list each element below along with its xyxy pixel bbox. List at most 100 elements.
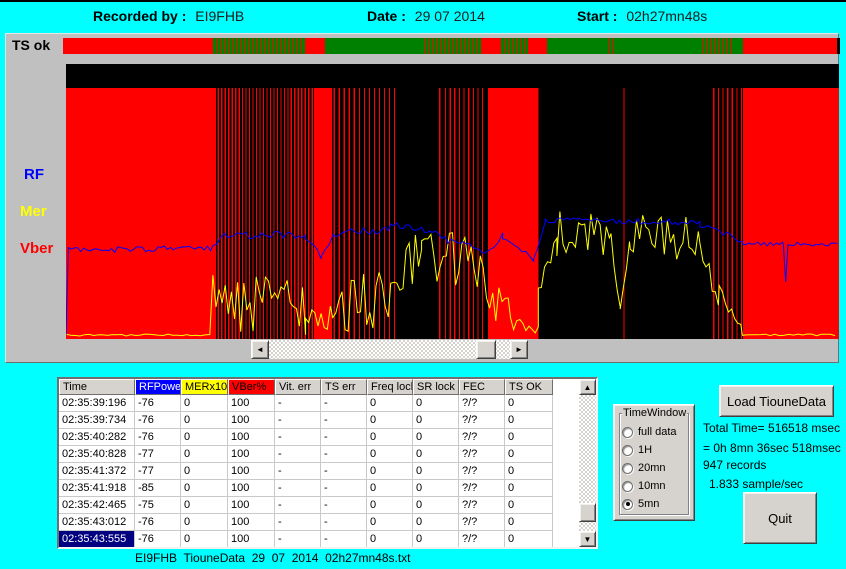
table-cell[interactable]: - [275,429,321,446]
table-cell[interactable]: -76 [135,395,181,412]
chart-scrollbar-thumb[interactable] [476,340,496,359]
table-cell[interactable]: 0 [181,446,228,463]
table-cell[interactable]: 0 [505,429,553,446]
radio-icon[interactable] [622,427,633,438]
table-cell[interactable]: 0 [505,446,553,463]
table-cell[interactable]: -77 [135,463,181,480]
table-row[interactable]: 02:35:43:012-760100--00?/?0 [59,514,579,531]
table-cell[interactable]: 02:35:39:196 [59,395,135,412]
table-cell[interactable]: 100 [228,497,275,514]
table-cell[interactable]: - [275,412,321,429]
table-cell[interactable]: 0 [367,429,413,446]
table-cell[interactable]: 02:35:41:372 [59,463,135,480]
radio-icon[interactable] [622,445,633,456]
scroll-right-button[interactable]: ► [510,340,528,359]
table-cell[interactable]: 0 [413,463,459,480]
radio-icon[interactable] [622,481,633,492]
table-cell[interactable]: 0 [505,497,553,514]
radio-option-10mn[interactable]: 10mn [622,477,692,495]
table-cell[interactable]: -76 [135,531,181,547]
table-cell[interactable]: 0 [367,480,413,497]
table-row[interactable]: 02:35:42:465-750100--00?/?0 [59,497,579,514]
chart-horizontal-scrollbar[interactable]: ◄ ► [251,340,528,359]
table-cell[interactable]: ?/? [459,463,505,480]
radio-option-20mn[interactable]: 20mn [622,459,692,477]
table-cell[interactable]: 0 [181,480,228,497]
table-cell[interactable]: 0 [367,497,413,514]
table-cell[interactable]: ?/? [459,497,505,514]
radio-selected-icon[interactable] [622,499,633,510]
table-cell[interactable]: 0 [367,514,413,531]
table-cell[interactable]: 0 [413,412,459,429]
chart-scrollbar-track[interactable] [269,340,510,359]
table-cell[interactable]: ?/? [459,514,505,531]
table-cell[interactable]: 0 [505,463,553,480]
table-cell[interactable]: ?/? [459,446,505,463]
column-header-fec[interactable]: FEC [459,379,505,395]
table-cell[interactable]: - [321,480,367,497]
table-row[interactable]: 02:35:43:555-760100--00?/?0 [59,531,579,547]
table-cell[interactable]: 0 [181,514,228,531]
table-cell[interactable]: 0 [413,446,459,463]
table-row[interactable]: 02:35:39:196-760100--00?/?0 [59,395,579,412]
table-cell[interactable]: -77 [135,446,181,463]
table-cell[interactable]: ?/? [459,531,505,547]
table-cell[interactable]: 0 [181,429,228,446]
table-cell[interactable]: 0 [367,395,413,412]
table-vertical-scrollbar[interactable]: ▲ ▼ [579,379,596,547]
column-header-time[interactable]: Time [59,379,135,395]
table-cell[interactable]: - [321,463,367,480]
table-cell[interactable]: - [321,412,367,429]
table-row[interactable]: 02:35:39:734-760100--00?/?0 [59,412,579,429]
table-cell[interactable]: - [321,395,367,412]
table-cell[interactable]: 100 [228,463,275,480]
table-cell[interactable]: - [275,480,321,497]
table-cell[interactable]: 0 [413,480,459,497]
column-header-vit-err[interactable]: Vit. err [275,379,321,395]
table-cell[interactable]: - [321,497,367,514]
table-scrollbar-track[interactable] [579,395,596,531]
column-header-vber-[interactable]: VBer% [228,379,275,395]
table-cell[interactable]: 02:35:42:465 [59,497,135,514]
table-cell[interactable]: ?/? [459,429,505,446]
scroll-up-button[interactable]: ▲ [579,379,596,395]
table-cell[interactable]: 0 [367,531,413,547]
table-cell[interactable]: 02:35:43:012 [59,514,135,531]
table-cell[interactable]: 0 [367,446,413,463]
table-cell[interactable]: 02:35:40:828 [59,446,135,463]
table-cell[interactable]: 0 [181,497,228,514]
table-cell[interactable]: 0 [367,412,413,429]
table-cell[interactable]: 0 [413,395,459,412]
table-cell[interactable]: 100 [228,429,275,446]
table-cell[interactable]: 02:35:41:918 [59,480,135,497]
table-cell[interactable]: 0 [505,514,553,531]
table-cell[interactable]: 0 [413,497,459,514]
table-cell[interactable]: ?/? [459,412,505,429]
table-cell[interactable]: - [321,429,367,446]
table-cell[interactable]: -76 [135,429,181,446]
table-cell[interactable]: 0 [505,531,553,547]
column-header-freq-lock[interactable]: Freq lock [367,379,413,395]
table-cell[interactable]: 100 [228,412,275,429]
scroll-left-button[interactable]: ◄ [251,340,269,359]
table-cell[interactable]: - [275,531,321,547]
table-cell[interactable]: 0 [505,412,553,429]
table-cell[interactable]: 100 [228,514,275,531]
radio-icon[interactable] [622,463,633,474]
table-cell[interactable]: 0 [181,395,228,412]
table-cell[interactable]: 0 [413,429,459,446]
column-header-sr-lock[interactable]: SR lock [413,379,459,395]
table-cell[interactable]: 0 [413,514,459,531]
column-header-ts-ok[interactable]: TS OK [505,379,553,395]
table-cell[interactable]: -76 [135,514,181,531]
radio-option-1H[interactable]: 1H [622,441,692,459]
table-cell[interactable]: 0 [181,463,228,480]
table-cell[interactable]: 100 [228,395,275,412]
table-cell[interactable]: -85 [135,480,181,497]
table-cell[interactable]: 02:35:39:734 [59,412,135,429]
table-row[interactable]: 02:35:41:372-770100--00?/?0 [59,463,579,480]
table-cell[interactable]: - [321,514,367,531]
selected-cell[interactable]: 02:35:43:555 [59,531,135,547]
table-cell[interactable]: 100 [228,446,275,463]
table-cell[interactable]: - [275,497,321,514]
